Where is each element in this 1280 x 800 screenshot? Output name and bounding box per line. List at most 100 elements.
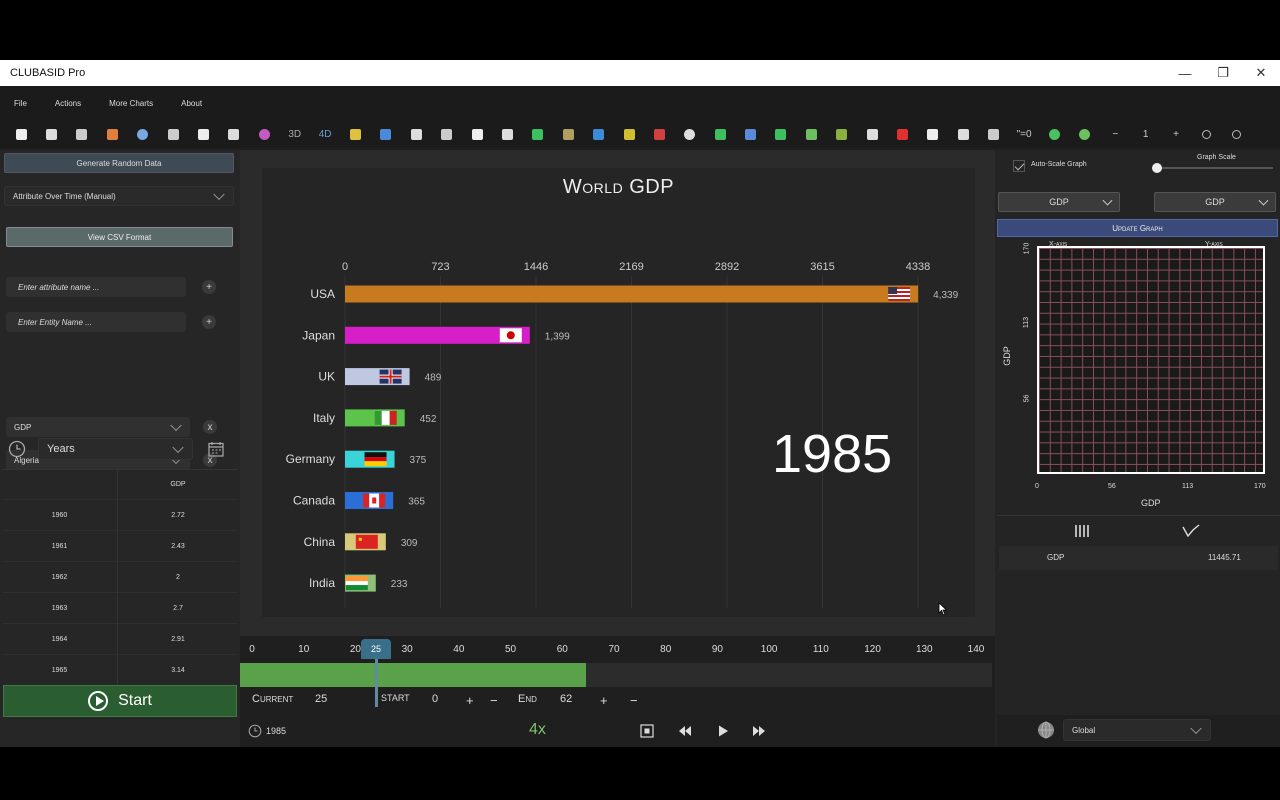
bubble-icon[interactable] [249, 123, 279, 145]
bar-chart-icon[interactable] [97, 123, 127, 145]
add-attribute-button[interactable]: + [202, 280, 216, 294]
table-row[interactable]: 1961 2.43 [2, 531, 238, 562]
arc-icon[interactable] [523, 123, 553, 145]
play-icon[interactable] [716, 724, 730, 738]
region-select[interactable]: Global [1063, 719, 1211, 741]
attribute-name-input[interactable]: Enter attribute name ... [6, 277, 186, 297]
italy-flag-icon [374, 410, 397, 425]
start-value: 0 [432, 693, 439, 705]
category-label: India [309, 576, 335, 590]
timeline-handle[interactable]: 25 [361, 639, 391, 659]
table-row[interactable]: 1960 2.72 [2, 500, 238, 531]
table-row[interactable]: 1965 3.14 [2, 655, 238, 686]
add-entity-button[interactable]: + [202, 315, 216, 329]
canada-flag-icon [363, 493, 386, 508]
timeline-tick: 60 [556, 644, 568, 655]
table-row[interactable]: 1964 2.91 [2, 624, 238, 655]
menu-file[interactable]: File [14, 99, 27, 108]
title-bar: CLUBASID Pro — ❐ ✕ [0, 60, 1280, 86]
end-decrement-button[interactable]: − [630, 693, 638, 708]
range-icon[interactable] [705, 123, 735, 145]
heatmap-icon[interactable] [735, 123, 765, 145]
close-button[interactable]: ✕ [1242, 65, 1280, 81]
list-icon[interactable] [827, 123, 857, 145]
minimize-button[interactable]: — [1166, 66, 1204, 81]
sort-icon[interactable] [431, 123, 461, 145]
histogram-icon-glyph [471, 128, 483, 140]
timeline-playhead[interactable] [375, 659, 378, 707]
sigma-icon-glyph [957, 128, 969, 140]
scatter-icon[interactable] [401, 123, 431, 145]
remove-attribute-button[interactable]: x [203, 420, 217, 434]
category-label: USA [310, 287, 335, 301]
bars-icon[interactable] [1074, 523, 1092, 539]
end-value: 62 [560, 693, 573, 705]
menu-more-charts[interactable]: More Charts [109, 99, 153, 108]
pyramid-icon-glyph [653, 128, 665, 140]
timeline-tick: 50 [505, 644, 517, 655]
map-icon-glyph [562, 128, 574, 140]
restore-button[interactable]: ❐ [1204, 65, 1242, 81]
column-icon[interactable] [371, 123, 401, 145]
table-header-gdp: GDP [170, 481, 186, 488]
pie-chart-icon[interactable] [128, 123, 158, 145]
end-increment-button[interactable]: + [600, 693, 608, 708]
bar-up-icon[interactable] [583, 123, 613, 145]
alert-icon[interactable] [887, 123, 917, 145]
view-csv-format-button[interactable]: View CSV Format [6, 227, 233, 247]
start-decrement-button[interactable]: − [490, 693, 498, 708]
attribute-select[interactable]: GDP [6, 417, 190, 437]
3d-icon[interactable]: 3D [280, 123, 310, 145]
swap-icon[interactable] [766, 123, 796, 145]
entity-name-input[interactable]: Enter Entity Name ... [6, 312, 186, 332]
menu-about[interactable]: About [181, 99, 202, 108]
x-tick-label: 4338 [906, 261, 930, 273]
category-label: Italy [313, 411, 335, 425]
mode-select[interactable]: Attribute Over Time (Manual) [4, 186, 234, 206]
end-label: End [518, 693, 537, 705]
line-graph-icon[interactable] [1181, 523, 1201, 539]
wave-icon[interactable] [918, 123, 948, 145]
pentagon-icon[interactable] [492, 123, 522, 145]
scatter-icon-glyph [410, 128, 422, 140]
rewind-icon[interactable] [678, 724, 692, 738]
chevron-down-icon [1190, 722, 1202, 735]
bar-down-icon[interactable] [614, 123, 644, 145]
timeline-track[interactable]: 25 [240, 639, 992, 707]
start-increment-button[interactable]: + [466, 693, 474, 708]
calendar-icon[interactable] [207, 440, 225, 458]
speed-value[interactable]: 4x [529, 721, 546, 739]
bar-up-icon-glyph [593, 128, 605, 140]
stop-icon[interactable] [640, 724, 654, 738]
donut-icon[interactable] [675, 123, 705, 145]
line-chart-icon-glyph [228, 128, 240, 140]
bar-chart-icon-glyph [106, 128, 118, 140]
horizontal-bar-icon[interactable] [158, 123, 188, 145]
bar [345, 285, 919, 303]
grid-icon[interactable] [36, 123, 66, 145]
sigma-icon[interactable] [948, 123, 978, 145]
table-row[interactable]: 1963 2.7 [2, 593, 238, 624]
axis-icon[interactable] [188, 123, 218, 145]
time-unit-select[interactable]: Years [38, 438, 193, 460]
text-icon[interactable] [67, 123, 97, 145]
histogram-icon[interactable] [462, 123, 492, 145]
pyramid-icon[interactable] [644, 123, 674, 145]
table-cell-year: 1964 [2, 624, 118, 654]
generate-random-data-button[interactable]: Generate Random Data [4, 153, 234, 173]
fast-forward-icon[interactable] [752, 724, 766, 738]
stacked-bar-icon[interactable] [340, 123, 370, 145]
india-flag-icon [345, 576, 368, 591]
new-file-icon[interactable] [6, 123, 36, 145]
map-icon[interactable] [553, 123, 583, 145]
y-axis-title: GDP [1001, 346, 1012, 366]
start-button[interactable]: Start [3, 685, 237, 717]
line-chart-icon[interactable] [219, 123, 249, 145]
value-label: 375 [410, 455, 427, 466]
4d-icon[interactable]: 4D [310, 123, 340, 145]
note-icon[interactable] [857, 123, 887, 145]
clock-icon [248, 724, 262, 738]
africa-icon[interactable] [796, 123, 826, 145]
menu-actions[interactable]: Actions [55, 99, 81, 108]
table-row[interactable]: 1962 2 [2, 562, 238, 593]
